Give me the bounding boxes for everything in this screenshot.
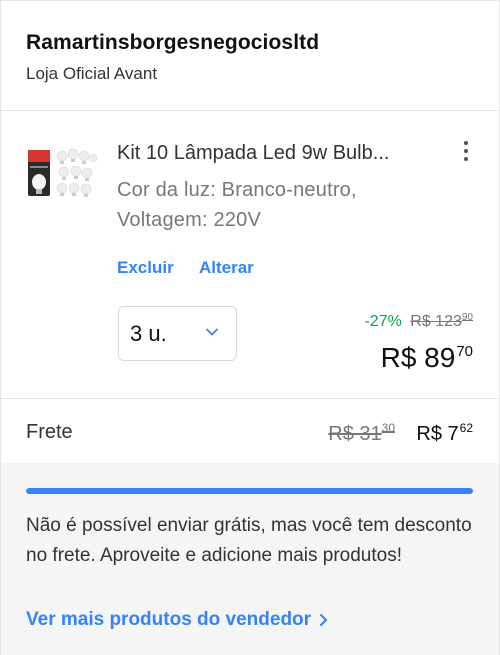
- delete-link[interactable]: Excluir: [117, 258, 174, 278]
- shipping-row: Frete R$ 3130 R$ 762: [1, 400, 499, 463]
- chevron-right-icon: [320, 614, 328, 626]
- free-shipping-info: Não é possível enviar grátis, mas você t…: [1, 463, 499, 655]
- shipping-original-int: R$ 31: [328, 423, 382, 445]
- change-link[interactable]: Alterar: [199, 258, 254, 278]
- shipping-label: Frete: [26, 421, 73, 443]
- original-price-int: R$ 123: [410, 313, 462, 330]
- discount-percent: -27%: [364, 313, 402, 330]
- seller-name[interactable]: Ramartinsborgesnegociosltd: [26, 31, 319, 55]
- current-price-cents: 70: [456, 343, 473, 360]
- shipping-price: R$ 762: [416, 421, 473, 446]
- shipping-progress-fill: [26, 488, 473, 494]
- shipping-progress-bar: [26, 488, 473, 494]
- see-more-seller-products-link[interactable]: Ver mais produtos do vendedor: [26, 609, 328, 631]
- shipping-price-int: R$ 7: [416, 423, 459, 445]
- more-options-icon[interactable]: [453, 138, 479, 164]
- cart-item: Kit 10 Lâmpada Led 9w Bulb... Cor da luz…: [1, 112, 499, 399]
- shipping-original-price: R$ 3130: [328, 421, 395, 446]
- product-voltage-attribute: Voltagem: 220V: [117, 209, 262, 231]
- seller-subtitle: Loja Oficial Avant: [26, 64, 158, 83]
- chevron-down-icon: [206, 328, 218, 336]
- product-thumbnail[interactable]: [26, 144, 98, 208]
- quantity-selector[interactable]: 3 u.: [118, 306, 237, 361]
- cart-seller-card: Ramartinsborgesnegociosltd Loja Oficial …: [0, 0, 500, 655]
- led-bulb-kit-image: [28, 148, 98, 197]
- product-title[interactable]: Kit 10 Lâmpada Led 9w Bulb...: [117, 142, 389, 165]
- quantity-value: 3 u.: [130, 320, 167, 346]
- discount-line: -27% R$ 12390: [364, 312, 473, 331]
- dot: [464, 157, 468, 161]
- dot: [464, 149, 468, 153]
- product-color-attribute: Cor da luz: Branco-neutro,: [117, 179, 357, 201]
- current-price-int: R$ 89: [380, 342, 456, 373]
- see-more-link-label: Ver mais produtos do vendedor: [26, 609, 312, 630]
- dot: [464, 141, 468, 145]
- original-price: R$ 12390: [410, 312, 473, 330]
- seller-header: Ramartinsborgesnegociosltd Loja Oficial …: [1, 1, 499, 111]
- current-price: R$ 8970: [381, 342, 473, 374]
- shipping-price-cents: 62: [459, 421, 473, 435]
- original-price-cents: 90: [461, 312, 473, 323]
- shipping-original-cents: 30: [381, 421, 395, 435]
- shipping-info-message: Não é possível enviar grátis, mas você t…: [26, 515, 472, 566]
